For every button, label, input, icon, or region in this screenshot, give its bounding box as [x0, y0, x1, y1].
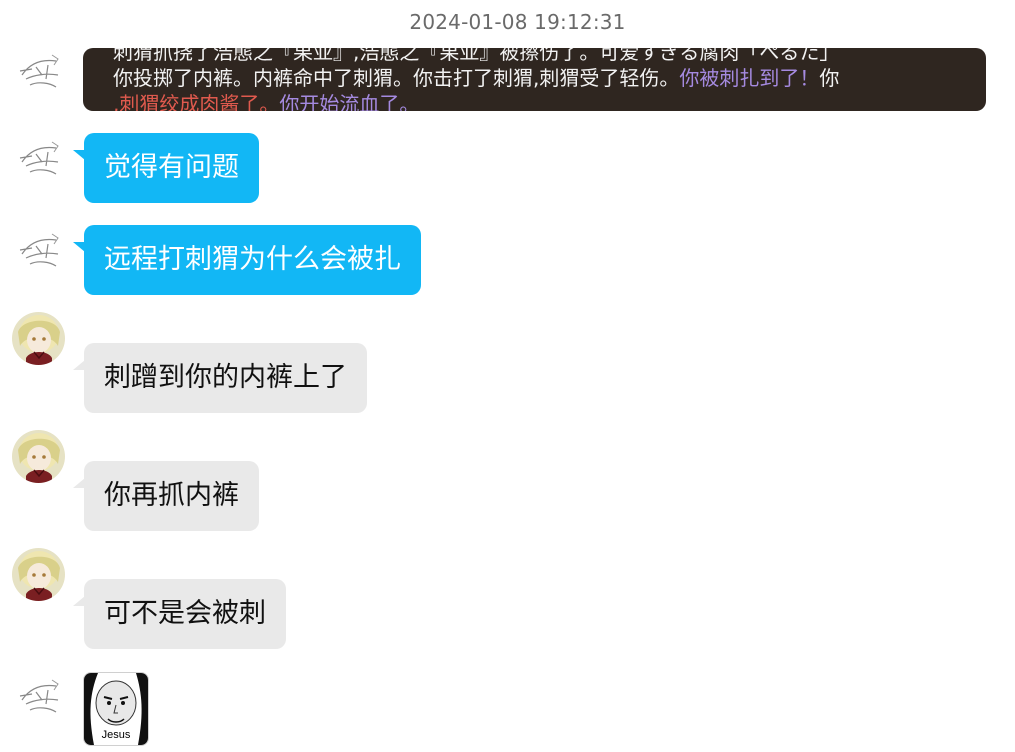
user-avatar-sketch[interactable] — [12, 45, 68, 101]
sticker-image[interactable]: Jesus — [83, 672, 149, 746]
chat-bubble[interactable]: 远程打刺猬为什么会被扎 — [84, 225, 421, 295]
user-avatar-anime[interactable] — [12, 548, 65, 601]
chat-bubble[interactable]: 觉得有问题 — [84, 133, 259, 203]
user-avatar-sketch[interactable] — [12, 670, 68, 726]
user-avatar-anime[interactable] — [12, 312, 65, 365]
user-avatar-sketch[interactable] — [12, 224, 68, 280]
game-log-text: 你投掷了内裤。内裤命中了刺猬。你击打了刺猬,刺猬受了轻伤。 — [113, 66, 680, 90]
sticker-caption: Jesus — [101, 729, 131, 741]
game-log-line-1: 刺猬抓挠了浩態之『果亚』,浩態之『果亚』被擦伤了。可爱すぎる腐肉「ぺるた」 — [113, 48, 840, 64]
game-log-highlight: 你开始流血了。 — [279, 92, 420, 111]
game-log-line-2: 你投掷了内裤。内裤命中了刺猬。你击打了刺猬,刺猬受了轻伤。你被刺扎到了！你 — [113, 65, 839, 92]
user-avatar-anime[interactable] — [12, 430, 65, 483]
chat-bubble[interactable]: 可不是会被刺 — [84, 579, 286, 649]
game-log-card[interactable]: 刺猬抓挠了浩態之『果亚』,浩態之『果亚』被擦伤了。可爱すぎる腐肉「ぺるた」 你投… — [83, 48, 986, 111]
message-timestamp: 2024-01-08 19:12:31 — [409, 10, 626, 34]
chat-bubble[interactable]: 刺蹭到你的内裤上了 — [84, 343, 367, 413]
chat-bubble[interactable]: 你再抓内裤 — [84, 461, 259, 531]
game-log-text: 你 — [819, 66, 840, 90]
game-log-highlight: 你被刺扎到了！ — [679, 66, 820, 90]
user-avatar-sketch[interactable] — [12, 132, 68, 188]
game-log-highlight: ,刺猬绞成肉酱了。 — [113, 92, 280, 111]
game-log-line-3: ,刺猬绞成肉酱了。你开始流血了。 — [113, 91, 419, 111]
